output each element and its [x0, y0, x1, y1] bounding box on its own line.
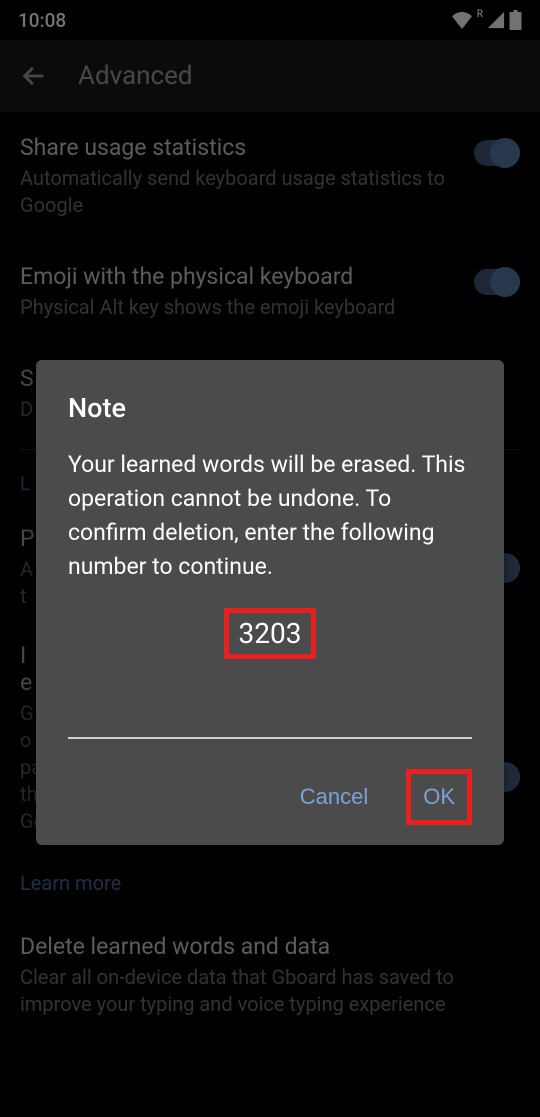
ok-highlight: OK [406, 769, 472, 825]
dialog-actions: Cancel OK [68, 769, 472, 825]
cancel-button[interactable]: Cancel [290, 776, 378, 818]
confirm-input[interactable] [68, 699, 472, 739]
confirm-dialog: Note Your learned words will be erased. … [36, 360, 504, 845]
dialog-body: Your learned words will be erased. This … [68, 448, 472, 584]
dialog-title: Note [68, 392, 472, 424]
confirm-number: 3203 [224, 608, 317, 659]
ok-button[interactable]: OK [413, 776, 465, 818]
